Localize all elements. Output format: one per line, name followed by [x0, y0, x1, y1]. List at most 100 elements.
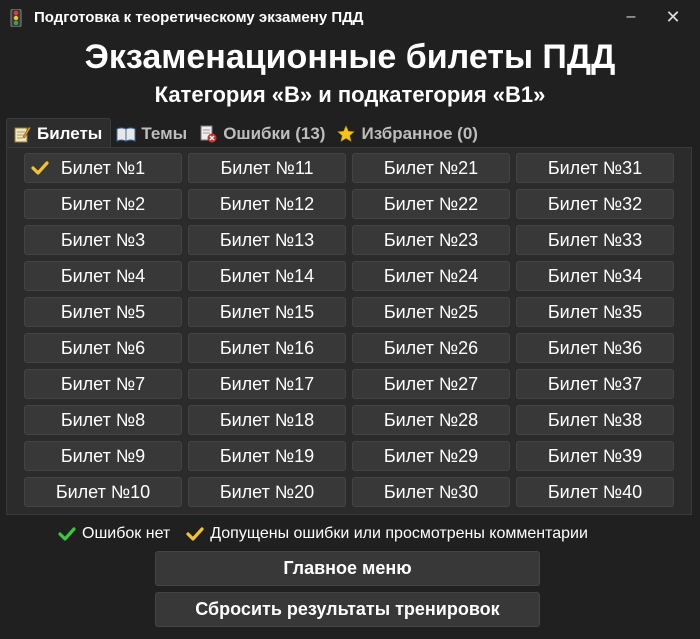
ticket-button[interactable]: Билет №17 — [188, 369, 346, 399]
tab-bar: Билеты Темы Ошибки (13) Избранное (0) — [6, 118, 484, 148]
ticket-label: Билет №23 — [383, 229, 479, 250]
tab-label: Ошибки (13) — [223, 124, 326, 143]
ticket-button[interactable]: Билет №8 — [24, 405, 182, 435]
ticket-button[interactable]: Билет №29 — [352, 441, 510, 471]
notepad-pencil-icon — [11, 124, 33, 144]
ticket-button[interactable]: Билет №38 — [516, 405, 674, 435]
ticket-button[interactable]: Билет №34 — [516, 261, 674, 291]
title-bar: Подготовка к теоретическому экзамену ПДД… — [0, 0, 700, 36]
ticket-label: Билет №16 — [219, 337, 315, 358]
ticket-button[interactable]: Билет №4 — [24, 261, 182, 291]
ticket-button[interactable]: Билет №5 — [24, 297, 182, 327]
tab-errors[interactable]: Ошибки (13) — [193, 120, 331, 148]
ticket-label: Билет №22 — [383, 193, 479, 214]
ticket-button[interactable]: Билет №18 — [188, 405, 346, 435]
main-menu-button[interactable]: Главное меню — [155, 551, 540, 586]
legend-errors-or-viewed: Допущены ошибки или просмотрены коммента… — [210, 525, 588, 542]
ticket-button[interactable]: Билет №33 — [516, 225, 674, 255]
minimize-button[interactable]: – — [616, 4, 646, 30]
ticket-label: Билет №29 — [383, 445, 479, 466]
ticket-label: Билет №7 — [60, 373, 146, 394]
ticket-button[interactable]: Билет №15 — [188, 297, 346, 327]
ticket-label: Билет №2 — [60, 193, 146, 214]
ticket-button[interactable]: Билет №19 — [188, 441, 346, 471]
ticket-label: Билет №12 — [219, 193, 315, 214]
ticket-label: Билет №30 — [383, 481, 479, 502]
ticket-button[interactable]: Билет №6 — [24, 333, 182, 363]
ticket-grid: Билет №1 Билет №11 Билет №21 Билет №31 Билет… — [24, 153, 674, 507]
ticket-button[interactable]: Билет №3 — [24, 225, 182, 255]
ticket-button[interactable]: Билет №39 — [516, 441, 674, 471]
ticket-button[interactable]: Билет №37 — [516, 369, 674, 399]
page-subtitle: Категория «B» и подкатегория «B1» — [154, 82, 546, 107]
ticket-button[interactable]: Билет №13 — [188, 225, 346, 255]
ticket-button[interactable]: Билет №32 — [516, 189, 674, 219]
ticket-label: Билет №33 — [547, 229, 643, 250]
ticket-label: Билет №26 — [383, 337, 479, 358]
close-button[interactable]: ✕ — [658, 4, 688, 30]
reset-results-button[interactable]: Сбросить результаты тренировок — [155, 592, 540, 627]
ticket-button[interactable]: Билет №11 — [188, 153, 346, 183]
ticket-button[interactable]: Билет №26 — [352, 333, 510, 363]
ticket-label: Билет №14 — [219, 265, 315, 286]
ticket-button[interactable]: Билет №35 — [516, 297, 674, 327]
ticket-button[interactable]: Билет №23 — [352, 225, 510, 255]
tickets-panel: Билет №1 Билет №11 Билет №21 Билет №31 Билет… — [6, 147, 692, 515]
ticket-button[interactable]: Билет №24 — [352, 261, 510, 291]
ticket-button[interactable]: Билет №31 — [516, 153, 674, 183]
ticket-label: Билет №8 — [60, 409, 146, 430]
ticket-label: Билет №17 — [219, 373, 315, 394]
yellow-check-icon — [31, 161, 49, 175]
ticket-label: Билет №20 — [219, 481, 315, 502]
ticket-label: Билет №38 — [547, 409, 643, 430]
legend: Ошибок нет Допущены ошибки или просмотре… — [58, 523, 588, 545]
tab-label: Темы — [141, 124, 188, 143]
ticket-button[interactable]: Билет №7 — [24, 369, 182, 399]
ticket-button[interactable]: Билет №14 — [188, 261, 346, 291]
ticket-label: Билет №21 — [383, 157, 479, 178]
ticket-label: Билет №15 — [219, 301, 315, 322]
ticket-label: Билет №35 — [547, 301, 643, 322]
ticket-label: Билет №31 — [547, 157, 643, 178]
ticket-button[interactable]: Билет №36 — [516, 333, 674, 363]
ticket-button[interactable]: Билет №10 — [24, 477, 182, 507]
ticket-button[interactable]: Билет №25 — [352, 297, 510, 327]
ticket-button[interactable]: Билет №2 — [24, 189, 182, 219]
ticket-button[interactable]: Билет №30 — [352, 477, 510, 507]
ticket-label: Билет №4 — [60, 265, 146, 286]
ticket-label: Билет №13 — [219, 229, 315, 250]
tab-tickets[interactable]: Билеты — [6, 118, 112, 148]
ticket-label: Билет №18 — [219, 409, 315, 430]
ticket-label: Билет №27 — [383, 373, 479, 394]
tab-favorites[interactable]: Избранное (0) — [331, 120, 483, 148]
ticket-label: Билет №3 — [60, 229, 146, 250]
ticket-label: Билет №1 — [60, 157, 146, 178]
ticket-button[interactable]: Билет №40 — [516, 477, 674, 507]
ticket-label: Билет №28 — [383, 409, 479, 430]
ticket-label: Билет №32 — [547, 193, 643, 214]
ticket-button[interactable]: Билет №27 — [352, 369, 510, 399]
traffic-light-icon — [10, 9, 22, 27]
ticket-button[interactable]: Билет №1 — [24, 153, 182, 183]
green-check-icon — [58, 527, 76, 541]
ticket-button[interactable]: Билет №21 — [352, 153, 510, 183]
star-icon — [335, 124, 357, 144]
ticket-label: Билет №24 — [383, 265, 479, 286]
ticket-button[interactable]: Билет №28 — [352, 405, 510, 435]
ticket-button[interactable]: Билет №22 — [352, 189, 510, 219]
ticket-label: Билет №5 — [60, 301, 146, 322]
tab-topics[interactable]: Темы — [111, 120, 193, 148]
legend-no-errors: Ошибок нет — [82, 525, 171, 542]
ticket-label: Билет №11 — [220, 157, 314, 178]
ticket-label: Билет №36 — [547, 337, 643, 358]
error-document-icon — [197, 124, 219, 144]
ticket-button[interactable]: Билет №16 — [188, 333, 346, 363]
ticket-label: Билет №9 — [60, 445, 146, 466]
ticket-label: Билет №37 — [547, 373, 643, 394]
ticket-button[interactable]: Билет №12 — [188, 189, 346, 219]
tab-label: Избранное (0) — [361, 124, 478, 143]
ticket-label: Билет №34 — [547, 265, 643, 286]
ticket-button[interactable]: Билет №20 — [188, 477, 346, 507]
ticket-button[interactable]: Билет №9 — [24, 441, 182, 471]
ticket-label: Билет №40 — [547, 481, 643, 502]
